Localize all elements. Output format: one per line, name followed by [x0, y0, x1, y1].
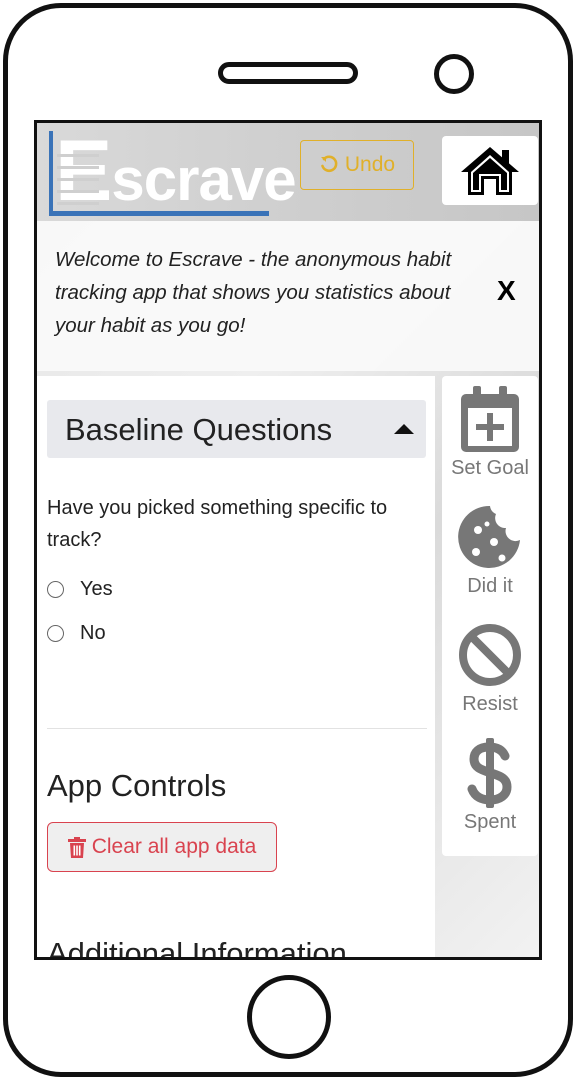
did-it-label: Did it: [467, 575, 513, 597]
section-divider: [47, 728, 427, 729]
set-goal-button[interactable]: Set Goal: [442, 376, 538, 494]
action-sidebar: Set Goal Did it Resist Spent: [442, 376, 538, 856]
clear-app-data-button[interactable]: Clear all app data: [47, 822, 277, 872]
radio-option-yes[interactable]: Yes: [47, 578, 113, 601]
escrave-logo[interactable]: Escrave: [49, 127, 297, 216]
additional-info-title: Additional Information: [47, 936, 347, 960]
undo-label: Undo: [344, 153, 396, 176]
app-controls-title: App Controls: [47, 768, 227, 803]
logo-stripes: [57, 145, 99, 205]
main-panel: Baseline Questions Have you picked somet…: [37, 376, 435, 960]
caret-up-icon: [394, 424, 414, 434]
radio-label: Yes: [80, 578, 113, 600]
radio-label: No: [80, 622, 106, 644]
spent-label: Spent: [463, 811, 517, 833]
baseline-accordion-header[interactable]: Baseline Questions: [47, 400, 426, 458]
undo-button[interactable]: Undo: [300, 140, 414, 190]
undo-icon: [320, 155, 338, 173]
top-navbar: Escrave Undo: [37, 123, 539, 221]
calendar-plus-icon: [461, 386, 519, 452]
dollar-icon: [467, 738, 512, 808]
welcome-close-button[interactable]: X: [497, 275, 516, 307]
resist-label: Resist: [462, 693, 518, 715]
phone-speaker: [218, 62, 358, 84]
trash-icon: [67, 836, 86, 858]
phone-home-button[interactable]: [247, 975, 331, 1059]
spent-button[interactable]: Spent: [442, 730, 538, 848]
phone-camera: [434, 54, 474, 94]
radio-circle-icon[interactable]: [47, 581, 64, 598]
ban-icon: [459, 624, 521, 686]
radio-circle-icon[interactable]: [47, 625, 64, 642]
cookie-icon: [458, 505, 520, 568]
baseline-title: Baseline Questions: [65, 412, 333, 447]
home-icon: [461, 146, 519, 195]
clear-app-data-label: Clear all app data: [91, 835, 257, 858]
radio-option-no[interactable]: No: [47, 622, 106, 645]
baseline-question: Have you picked something specific to tr…: [47, 497, 388, 551]
did-it-button[interactable]: Did it: [442, 494, 538, 612]
home-button[interactable]: [442, 136, 538, 205]
resist-button[interactable]: Resist: [442, 612, 538, 730]
welcome-banner: Welcome to Escrave - the anonymous habit…: [37, 221, 539, 371]
logo-accent-bar: [49, 131, 53, 215]
set-goal-label: Set Goal: [451, 457, 529, 479]
welcome-message: Welcome to Escrave - the anonymous habit…: [55, 248, 452, 337]
app-screen: Escrave Undo Welcome to Escrave - the an…: [34, 120, 542, 960]
